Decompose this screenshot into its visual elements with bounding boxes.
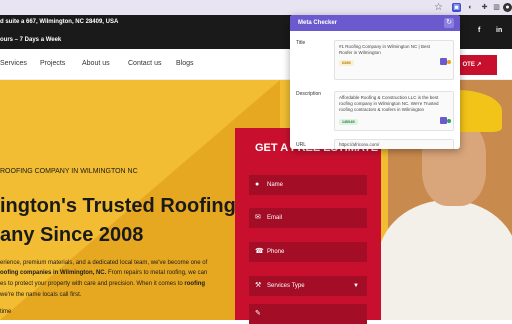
person-icon: ● [255, 181, 260, 188]
hero-paragraph-bold: oofing companies in Wilmington, NC. [0, 270, 107, 276]
url-value[interactable]: https://africonx.com/ [339, 142, 439, 148]
title-count-badge: 63/60 [339, 60, 354, 66]
browser-toolbar: ☆ ▣ ◐ ✚ ▥ ● [0, 0, 512, 15]
sidebar-icon[interactable]: ▥ [492, 3, 501, 12]
hero-paragraph-line-1: erience, premium materials, and a dedica… [0, 260, 208, 266]
nav-item-services[interactable]: Services [0, 60, 27, 67]
puzzle-icon[interactable]: ✚ [480, 3, 489, 12]
title-row: Title #1 Roofing Company in Wilmington N… [296, 40, 454, 80]
profile-icon[interactable]: ● [503, 3, 512, 12]
services-type-select[interactable]: ⚒ Services Type ▼ [249, 276, 367, 296]
title-value: #1 Roofing Company in Wilmington NC | Be… [339, 44, 430, 55]
meta-checker-popup: Meta Checker ↻ Title #1 Roofing Company … [290, 15, 460, 149]
title-warning-dot [447, 60, 451, 64]
description-ok-dot [447, 119, 451, 123]
description-value: Affordable Roofing & Construction LLC is… [339, 95, 439, 112]
message-field[interactable]: ✎ [249, 304, 367, 324]
description-value-box: Affordable Roofing & Construction LLC is… [334, 91, 454, 131]
url-label: URL [296, 142, 307, 148]
title-label: Title [296, 40, 306, 46]
url-row: URL https://africonx.com/ [296, 139, 454, 149]
facebook-icon[interactable]: f [478, 27, 480, 34]
address-text: d suite a 667, Wilmington, NC 28409, USA [0, 19, 119, 25]
hero-paragraph-line-4: we're the name locals call first. [0, 292, 82, 298]
services-type-label: Services Type [267, 283, 305, 289]
refresh-icon[interactable]: ↻ [444, 18, 454, 28]
wrench-icon: ⚒ [255, 282, 262, 289]
email-field[interactable]: ✉ Email [249, 208, 367, 228]
hero-headline-line-2: any Since 2008 [0, 224, 144, 246]
title-value-box: #1 Roofing Company in Wilmington NC | Be… [334, 40, 454, 80]
popup-title: Meta Checker [290, 15, 460, 31]
nav-item-contact[interactable]: Contact us [128, 60, 161, 67]
copy-title-icon[interactable] [440, 58, 447, 65]
phone-field-label: Phone [267, 249, 285, 255]
estimate-form: GET A FREE ESTIMATE ● Name ✉ Email ☎ Pho… [235, 128, 381, 324]
hero-headline-line-1: ington's Trusted Roofing [0, 195, 236, 217]
nav-item-about[interactable]: About us [82, 60, 110, 67]
hero-kicker: ROOFING COMPANY IN WILMINGTON NC [0, 168, 138, 175]
hero-roofing-link[interactable]: roofing [184, 281, 205, 287]
extension-icon[interactable]: ◐ [466, 3, 475, 12]
hero-paragraph-line-2: oofing companies in Wilmington, NC. From… [0, 270, 207, 276]
name-field[interactable]: ● Name [249, 175, 367, 195]
hero-paragraph-rest: From repairs to metal roofing, we can [106, 270, 208, 276]
phone-icon: ☎ [255, 248, 264, 255]
description-count-badge: 145/160 [339, 119, 358, 125]
nav-item-blogs[interactable]: Blogs [176, 60, 194, 67]
chevron-down-icon: ▼ [353, 283, 359, 289]
hero-paragraph-line-3: es to protect your property with care an… [0, 281, 205, 287]
name-field-label: Name [267, 182, 284, 188]
description-label: Description [296, 91, 322, 97]
linkedin-icon[interactable]: in [496, 27, 502, 34]
star-icon[interactable]: ☆ [434, 0, 443, 15]
worker-shirt [378, 200, 512, 320]
nav-item-projects[interactable]: Projects [40, 60, 65, 67]
email-icon: ✉ [255, 214, 261, 221]
hero-paragraph-text: es to protect your property with care an… [0, 281, 185, 287]
hours-text: ours – 7 Days a Week [0, 37, 62, 43]
meta-checker-extension-icon[interactable]: ▣ [452, 3, 461, 12]
description-row: Description Affordable Roofing & Constru… [296, 91, 454, 131]
phone-field[interactable]: ☎ Phone [249, 242, 367, 262]
edit-icon: ✎ [255, 310, 261, 317]
url-value-box: https://africonx.com/ [334, 139, 454, 149]
hero-paragraph-line-5: time [0, 309, 12, 315]
copy-description-icon[interactable] [440, 117, 447, 124]
email-field-label: Email [267, 215, 283, 221]
